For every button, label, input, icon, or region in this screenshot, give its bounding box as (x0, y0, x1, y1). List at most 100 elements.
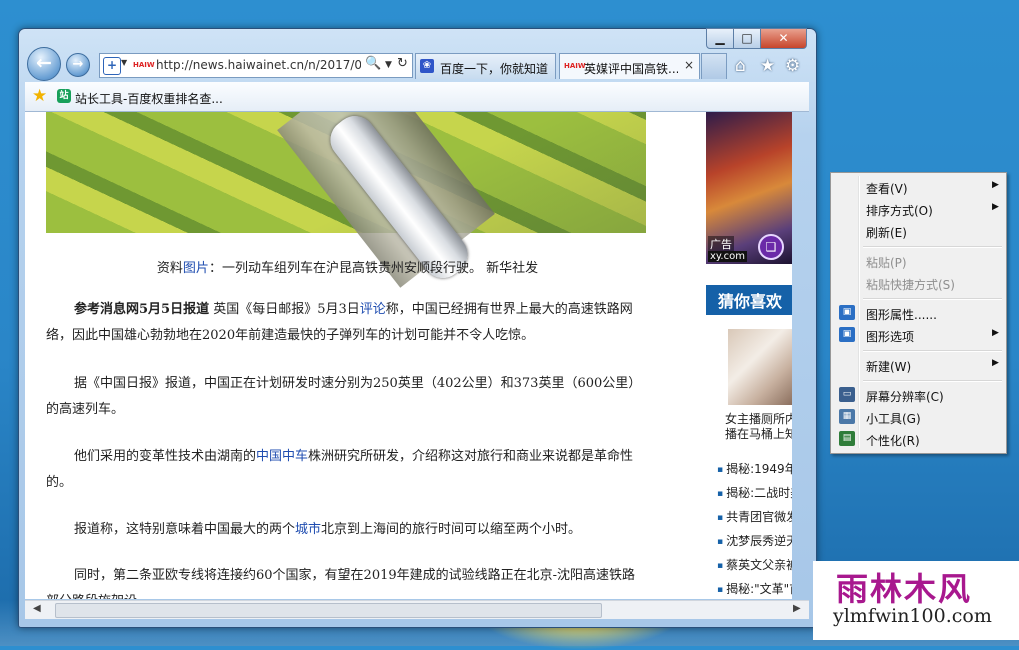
article-link[interactable]: 评论 (360, 302, 386, 317)
menu-item-label: 粘贴(P) (866, 256, 907, 270)
book-icon: ❑ (758, 234, 784, 260)
menu-item-gadgets[interactable]: ▦ 小工具(G) (834, 406, 1002, 428)
menu-item-label: 粘贴快捷方式(S) (866, 278, 955, 292)
list-item[interactable]: 共青团官微发 (717, 508, 792, 532)
article-paragraph: 他们采用的变革性技术由湖南的中国中车株洲研究所研发，介绍称这对旅行和商业来说都是… (46, 444, 638, 496)
menu-item-personalize[interactable]: ▤ 个性化(R) (834, 428, 1002, 450)
haiwainet-favicon-icon: HAIW (564, 62, 586, 70)
article-photo (46, 112, 646, 288)
submenu-arrow-icon: ▶ (992, 358, 999, 368)
tab-haiwainet-active[interactable]: HAIW 英媒评中国高铁... × (559, 53, 700, 79)
menu-item-new[interactable]: 新建(W) ▶ (834, 354, 1002, 376)
article-paragraph: 据《中国日报》报道，中国正在计划研发时速分别为250英里（402公里）和373英… (46, 371, 638, 423)
ad-url: xy.com (708, 251, 747, 262)
menu-item-graphics-properties[interactable]: ▣ 图形属性...... (834, 302, 1002, 324)
close-tab-icon[interactable]: × (684, 58, 694, 72)
back-button[interactable]: ← (27, 47, 61, 81)
menu-item-sort-by[interactable]: 排序方式(O) ▶ (834, 198, 1002, 220)
menu-item-label: 图形选项 (866, 330, 915, 344)
add-favorite-star-icon[interactable]: ★ (32, 86, 47, 106)
favorites-link[interactable]: 站长工具-百度权重排名查... (75, 90, 223, 107)
chinaz-link-icon: 站 (57, 89, 71, 103)
tab-label: 百度一下，你就知道 (440, 62, 549, 76)
favorites-bar: ★ 站 站长工具-百度权重排名查... (25, 82, 809, 112)
article-link[interactable]: 中国中车 (256, 449, 308, 464)
section-title: 猜你喜欢 (718, 292, 783, 311)
forward-button[interactable]: → (66, 53, 90, 77)
article-paragraph: 报道称，这特别意味着中国最大的两个城市北京到上海间的旅行时间可以缩至两个小时。 (46, 517, 638, 543)
scroll-right-icon[interactable]: ▶ (793, 603, 801, 614)
paragraph-text: 同时，第二条亚欧专线将连接约60个国家，有望在2019年建成的试验线路正在北京-… (46, 568, 636, 599)
watermark-url: ylmfwin100.com (833, 605, 992, 627)
news-list: 揭秘:1949年 揭秘:二战时美 共青团官微发 沈梦辰秀逆天 蔡英文父亲被 揭秘… (717, 460, 792, 599)
chevron-down-icon[interactable]: ▼ (385, 60, 392, 70)
scroll-left-icon[interactable]: ◀ (33, 603, 41, 614)
paragraph-text: 报道称，这特别意味着中国最大的两个 (74, 522, 296, 537)
menu-item-paste-shortcut: 粘贴快捷方式(S) (834, 272, 1002, 294)
submenu-arrow-icon: ▶ (992, 328, 999, 338)
close-button[interactable]: ✕ (760, 28, 807, 49)
site-favicon-icon: HAIW (133, 61, 155, 69)
menu-item-label: 排序方式(O) (866, 204, 933, 218)
menu-separator (863, 298, 1002, 300)
menu-item-view[interactable]: 查看(V) ▶ (834, 176, 1002, 198)
menu-item-label: 屏幕分辨率(C) (866, 390, 944, 404)
caption-line: 女主播厕所内 (725, 412, 792, 426)
photo-caption: 资料图片：一列动车组列车在沪昆高铁贵州安顺段行驶。 新华社发 (25, 257, 670, 276)
list-item[interactable]: 沈梦辰秀逆天 (717, 532, 792, 556)
monitor-icon: ▭ (839, 387, 855, 402)
maximize-button[interactable]: □ (733, 28, 761, 49)
paragraph-text: 北京到上海间的旅行时间可以缩至两个小时。 (321, 522, 582, 537)
menu-item-label: 图形属性...... (866, 308, 937, 322)
desktop-context-menu: 查看(V) ▶ 排序方式(O) ▶ 刷新(E) 粘贴(P) 粘贴快捷方式(S) … (830, 172, 1007, 454)
address-bar[interactable]: + ▼ HAIW http://news.haiwainet.cn/n/2017… (99, 53, 413, 78)
menu-item-screen-resolution[interactable]: ▭ 屏幕分辨率(C) (834, 384, 1002, 406)
list-item[interactable]: 揭秘:1949年 (717, 460, 792, 484)
menu-item-label: 个性化(R) (866, 434, 920, 448)
search-icon[interactable]: 🔍 (365, 56, 381, 71)
refresh-icon[interactable]: ↻ (397, 56, 408, 71)
menu-separator (863, 380, 1002, 382)
graphics-icon: ▣ (839, 327, 855, 342)
paragraph-text: 他们采用的变革性技术由湖南的 (74, 449, 257, 464)
tools-gear-icon[interactable]: ⚙ (785, 56, 800, 76)
graphics-icon: ▣ (839, 305, 855, 320)
minimize-button[interactable]: ▁ (706, 28, 734, 49)
menu-item-refresh[interactable]: 刷新(E) (834, 220, 1002, 242)
submenu-arrow-icon: ▶ (992, 202, 999, 212)
caption-text: ：一列动车组列车在沪昆高铁贵州安顺段行驶。 新华社发 (208, 261, 539, 276)
list-item[interactable]: 蔡英文父亲被 (717, 556, 792, 580)
tab-baidu[interactable]: ❀ 百度一下，你就知道 (415, 53, 556, 79)
guess-you-like-header: 猜你喜欢 (706, 285, 792, 315)
home-icon[interactable]: ⌂ (735, 56, 746, 76)
paragraph-text: 据《中国日报》报道，中国正在计划研发时速分别为250英里（402公里）和373英… (46, 376, 635, 417)
security-shield-icon[interactable]: + (103, 57, 121, 75)
menu-item-paste: 粘贴(P) (834, 250, 1002, 272)
menu-item-label: 新建(W) (866, 360, 912, 374)
horizontal-scrollbar[interactable]: ◀ ▶ (25, 600, 809, 619)
news-thumbnail[interactable] (728, 329, 792, 405)
news-caption[interactable]: 女主播厕所内 播在马桶上知 (725, 412, 792, 444)
browser-window: ▁ □ ✕ ← → + ▼ HAIW http://news.haiwainet… (18, 28, 817, 628)
chevron-down-icon[interactable]: ▼ (121, 58, 127, 67)
menu-separator (863, 246, 1002, 248)
favorites-star-icon[interactable]: ★ (760, 56, 775, 76)
sidebar-ad[interactable]: 广告 xy.com ❑ (706, 112, 792, 264)
submenu-arrow-icon: ▶ (992, 180, 999, 190)
watermark-title: 雨林木风 (836, 570, 973, 608)
paragraph-text: 英国《每日邮报》5月3日 (209, 302, 360, 317)
caption-link[interactable]: 图片 (183, 261, 209, 276)
menu-item-label: 小工具(G) (866, 412, 921, 426)
scrollbar-thumb[interactable] (55, 603, 602, 618)
caption-line: 播在马桶上知 (725, 427, 792, 441)
gadgets-icon: ▦ (839, 409, 855, 424)
article-link[interactable]: 城市 (295, 522, 321, 537)
personalize-icon: ▤ (839, 431, 855, 446)
menu-item-graphics-options[interactable]: ▣ 图形选项 ▶ (834, 324, 1002, 346)
dateline: 参考消息网5月5日报道 (74, 302, 210, 317)
address-url[interactable]: http://news.haiwainet.cn/n/2017/05 (156, 58, 361, 72)
new-tab-button[interactable] (701, 53, 727, 79)
watermark-logo: 雨林木风 ylmfwin100.com (813, 561, 1019, 640)
list-item[interactable]: 揭秘:"文革"首 (717, 580, 792, 599)
list-item[interactable]: 揭秘:二战时美 (717, 484, 792, 508)
